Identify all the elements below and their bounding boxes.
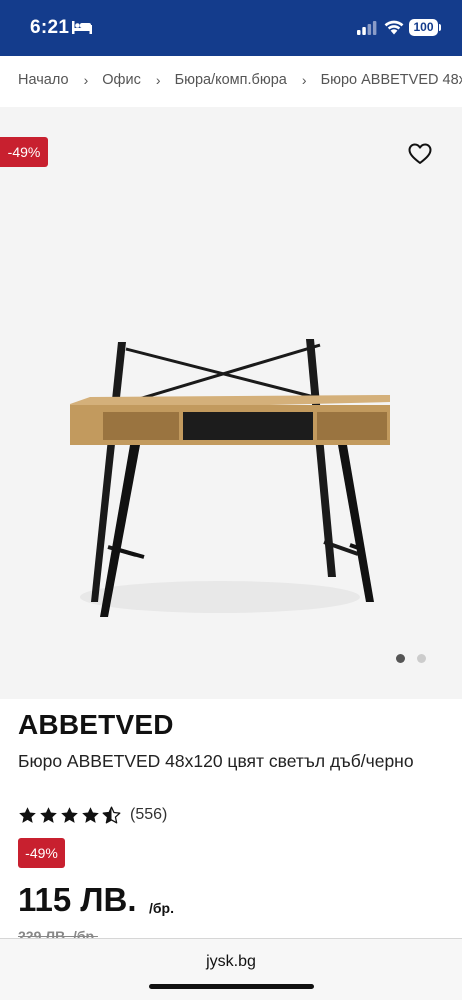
breadcrumb-desks[interactable]: Бюра/комп.бюра [175, 72, 287, 88]
browser-url-bar[interactable]: jysk.bg [0, 938, 462, 1000]
heart-icon[interactable] [408, 143, 432, 165]
product-brand: ABBETVED [18, 709, 174, 740]
home-indicator[interactable] [149, 984, 314, 989]
product-name: Бюро ABBETVED 48x120 цвят светъл дъб/чер… [18, 751, 414, 771]
status-time: 6:21 [30, 17, 70, 38]
gallery-dot-active[interactable] [396, 654, 405, 663]
price-unit: /бр. [149, 900, 174, 916]
star-full-icon [40, 806, 57, 823]
price-discount-badge: -49% [18, 838, 65, 868]
star-full-icon [61, 806, 78, 823]
gallery-dot[interactable] [417, 654, 426, 663]
star-half-icon [102, 806, 121, 823]
breadcrumb: Начало › Офис › Бюра/комп.бюра › Бюро AB… [0, 56, 462, 106]
breadcrumb-home[interactable]: Начало [18, 72, 69, 88]
battery-indicator: 100 [409, 19, 438, 36]
star-full-icon [19, 806, 36, 823]
product-image-desk [70, 339, 390, 617]
old-price: 229 ЛВ. /бр. [18, 928, 98, 938]
review-count[interactable]: (556) [130, 806, 167, 824]
wifi-icon [384, 20, 404, 35]
breadcrumb-office[interactable]: Офис [102, 72, 141, 88]
discount-badge: -49% [0, 137, 48, 167]
breadcrumb-separator: › [83, 72, 89, 89]
breadcrumb-current: Бюро ABBETVED 48x1 [320, 72, 462, 89]
star-full-icon [82, 806, 99, 823]
breadcrumb-separator: › [155, 72, 161, 89]
url-text[interactable]: jysk.bg [0, 953, 462, 971]
battery-tip [439, 24, 441, 31]
product-price: 115 ЛВ. [18, 881, 137, 918]
rating[interactable]: (556) [18, 804, 167, 826]
sleep-mode-icon [72, 21, 92, 34]
breadcrumb-separator: › [301, 72, 307, 89]
product-gallery[interactable]: -49% [0, 107, 462, 699]
status-bar: 6:21 100 [0, 0, 462, 56]
cellular-signal-icon [357, 21, 377, 35]
